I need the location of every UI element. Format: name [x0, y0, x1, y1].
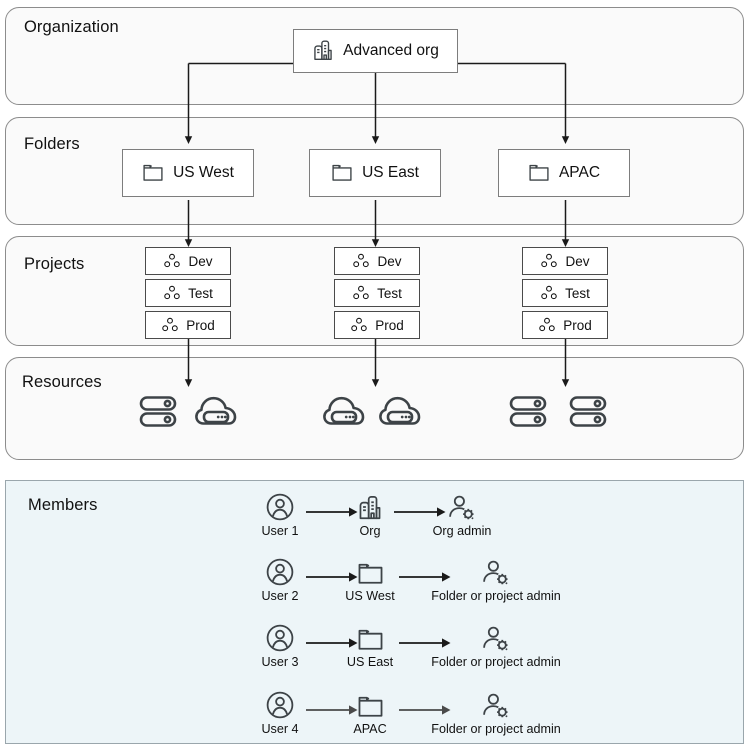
member-scope[interactable]: APAC	[340, 690, 400, 736]
folder-node-apac[interactable]: APAC	[498, 149, 630, 197]
member-row: User 2 US West Folder or project admin	[0, 557, 749, 613]
project-node-label: Test	[565, 285, 590, 301]
member-scope-label: US West	[345, 589, 395, 603]
project-node-us-east-dev[interactable]: Dev	[334, 247, 420, 275]
org-node-label: Advanced org	[343, 42, 439, 59]
cloud-server-icon	[378, 389, 424, 433]
user-gear-admin-icon	[481, 690, 511, 720]
member-row: User 1 Org Org admin	[0, 492, 749, 548]
member-user-label: User 4	[261, 722, 299, 736]
project-node-label: Prod	[563, 317, 592, 333]
folder-node-us-west[interactable]: US West	[122, 149, 254, 197]
project-node-label: Dev	[377, 253, 402, 269]
user-gear-admin-icon	[481, 623, 511, 653]
project-node-us-east-prod[interactable]: Prod	[334, 311, 420, 339]
user-circle-icon	[265, 492, 295, 522]
member-user-label: User 1	[261, 524, 299, 538]
server-stack-icon	[506, 389, 550, 433]
member-user[interactable]: User 3	[253, 623, 307, 669]
project-node-us-east-test[interactable]: Test	[334, 279, 420, 307]
member-scope-label: Org	[359, 524, 381, 538]
server-stack-icon	[566, 389, 610, 433]
member-user-label: User 3	[261, 655, 299, 669]
member-user[interactable]: User 1	[253, 492, 307, 538]
member-role[interactable]: Folder or project admin	[421, 623, 571, 669]
member-scope[interactable]: Org	[346, 492, 394, 538]
folder-icon	[331, 163, 353, 183]
organization-building-icon	[312, 40, 334, 62]
resource-group-apac	[506, 388, 626, 434]
project-node-label: Dev	[188, 253, 213, 269]
project-node-label: Prod	[186, 317, 215, 333]
member-role[interactable]: Org admin	[421, 492, 503, 538]
member-role-label: Folder or project admin	[431, 722, 561, 736]
cloud-server-icon	[322, 389, 368, 433]
folder-icon	[142, 163, 164, 183]
member-user[interactable]: User 4	[253, 690, 307, 736]
server-stack-icon	[136, 389, 180, 433]
project-node-apac-prod[interactable]: Prod	[522, 311, 608, 339]
folder-node-us-east[interactable]: US East	[309, 149, 441, 197]
member-role[interactable]: Folder or project admin	[421, 690, 571, 736]
project-nodes-icon	[163, 285, 181, 301]
user-circle-icon	[265, 557, 295, 587]
user-circle-icon	[265, 623, 295, 653]
project-node-label: Test	[188, 285, 213, 301]
project-node-us-west-prod[interactable]: Prod	[145, 311, 231, 339]
project-nodes-icon	[352, 285, 370, 301]
project-node-apac-dev[interactable]: Dev	[522, 247, 608, 275]
member-row: User 3 US East Folder or project admin	[0, 623, 749, 679]
resource-group-us-west	[136, 388, 246, 434]
member-scope-label: APAC	[353, 722, 387, 736]
folder-node-label: APAC	[558, 164, 601, 181]
member-scope[interactable]: US East	[340, 623, 400, 669]
member-user[interactable]: User 2	[253, 557, 307, 603]
resource-group-us-east	[322, 388, 432, 434]
folder-icon	[357, 690, 384, 720]
folder-node-label: US East	[362, 164, 419, 181]
user-gear-admin-icon	[447, 492, 477, 522]
project-nodes-icon	[538, 317, 556, 333]
member-role-label: Folder or project admin	[431, 655, 561, 669]
member-user-label: User 2	[261, 589, 299, 603]
member-scope[interactable]: US West	[340, 557, 400, 603]
project-node-label: Dev	[565, 253, 590, 269]
project-node-us-west-dev[interactable]: Dev	[145, 247, 231, 275]
organization-building-icon	[357, 492, 383, 522]
project-nodes-icon	[163, 253, 181, 269]
layer-title-folders: Folders	[24, 135, 80, 153]
project-nodes-icon	[352, 253, 370, 269]
diagram-canvas: Organization Folders Projects Resources …	[0, 0, 749, 750]
layer-title-organization: Organization	[24, 18, 119, 36]
org-node-advanced-org[interactable]: Advanced org	[293, 29, 458, 73]
project-nodes-icon	[540, 285, 558, 301]
project-node-label: Test	[377, 285, 402, 301]
project-nodes-icon	[350, 317, 368, 333]
project-node-us-west-test[interactable]: Test	[145, 279, 231, 307]
member-scope-label: US East	[346, 655, 394, 669]
user-gear-admin-icon	[481, 557, 511, 587]
member-row: User 4 APAC Folder or project admin	[0, 690, 749, 746]
member-role-label: Folder or project admin	[431, 589, 561, 603]
layer-title-projects: Projects	[24, 255, 85, 273]
cloud-server-icon	[194, 389, 240, 433]
folder-icon	[357, 557, 384, 587]
folder-icon	[357, 623, 384, 653]
member-role[interactable]: Folder or project admin	[421, 557, 571, 603]
layer-title-resources: Resources	[22, 373, 102, 391]
project-node-label: Prod	[375, 317, 404, 333]
user-circle-icon	[265, 690, 295, 720]
member-role-label: Org admin	[432, 524, 492, 538]
project-node-apac-test[interactable]: Test	[522, 279, 608, 307]
project-nodes-icon	[540, 253, 558, 269]
project-nodes-icon	[161, 317, 179, 333]
folder-node-label: US West	[173, 164, 234, 181]
folder-icon	[528, 163, 550, 183]
